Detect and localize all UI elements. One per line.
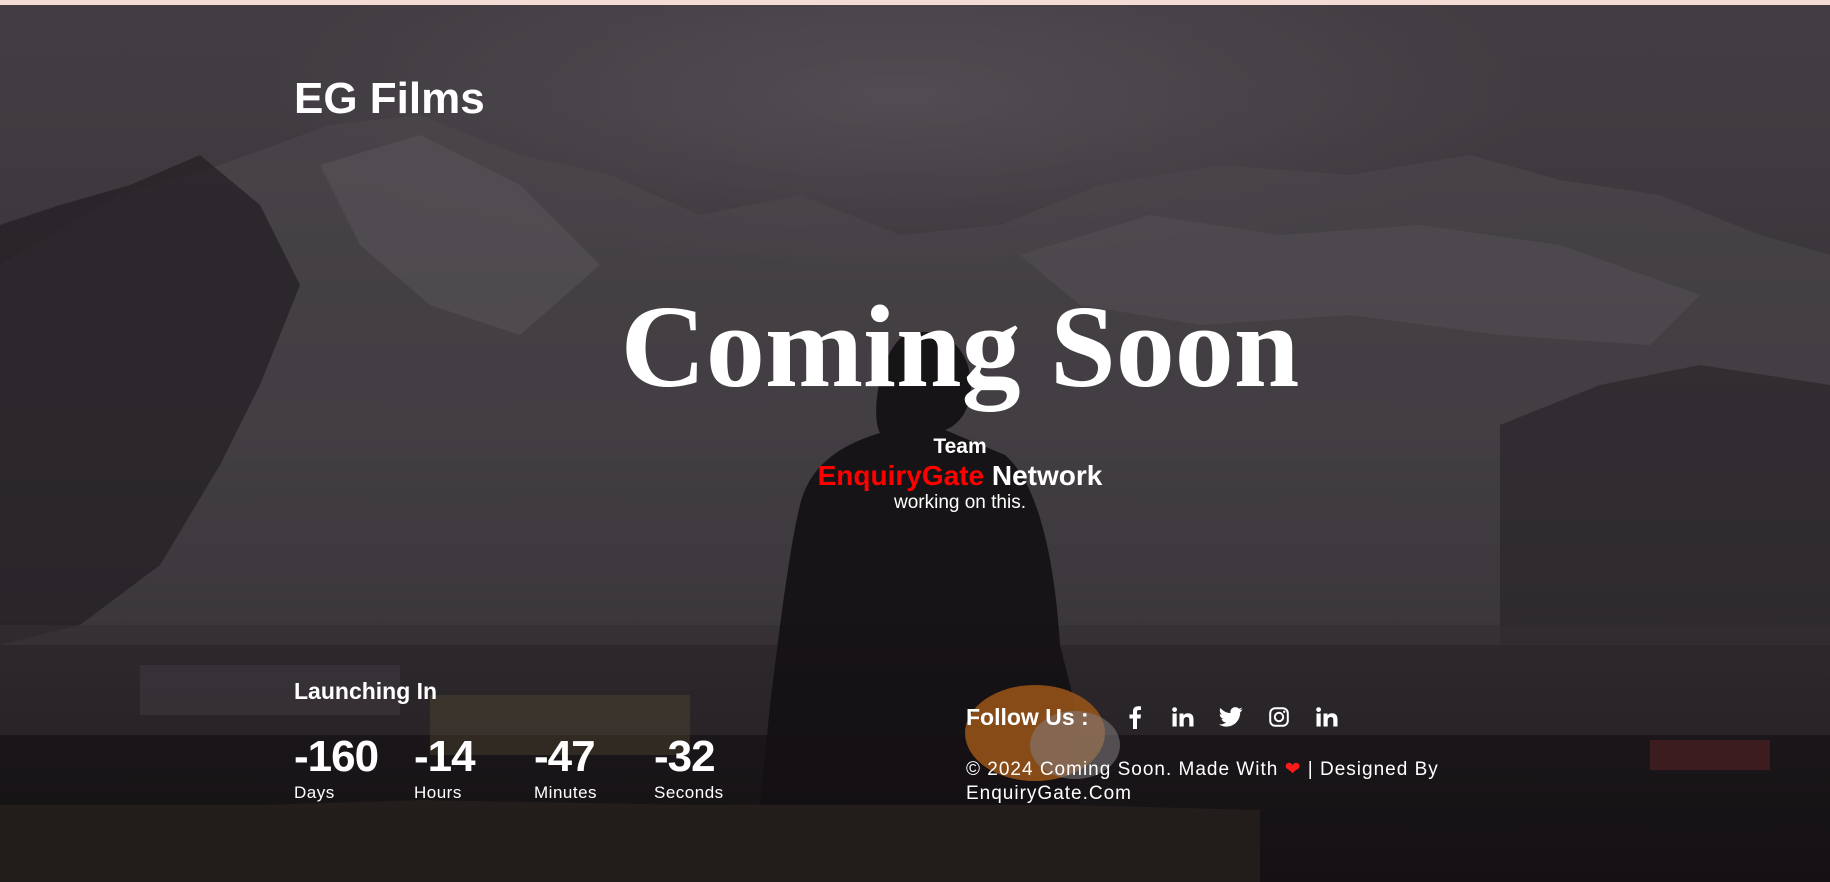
countdown-minutes: -47 Minutes <box>534 734 654 804</box>
team-credit: Team EnquiryGate Network working on this… <box>45 434 1830 514</box>
team-name: EnquiryGate Network <box>45 460 1830 492</box>
follow-us-label: Follow Us : <box>966 703 1089 730</box>
social-links: Follow Us : <box>966 702 1351 732</box>
countdown-hours: -14 Hours <box>414 734 534 804</box>
instagram-icon <box>1268 707 1289 727</box>
countdown-days: -160 Days <box>294 734 414 804</box>
countdown-value: -32 <box>654 732 716 781</box>
coming-soon-title: Coming Soon <box>620 281 1300 412</box>
countdown-value: -47 <box>534 732 596 781</box>
countdown-seconds: -32 Seconds <box>654 734 774 804</box>
twitter-icon <box>1218 707 1243 727</box>
twitter-link[interactable] <box>1207 702 1255 732</box>
coming-soon-page: EG Films Coming Soon Team EnquiryGate Ne… <box>0 0 1830 882</box>
heart-icon: ❤ <box>1284 759 1302 780</box>
team-label: Team <box>933 435 987 458</box>
countdown-unit: Seconds <box>654 783 724 802</box>
facebook-link[interactable] <box>1111 702 1159 732</box>
countdown-timer: -160 Days -14 Hours -47 Minutes -32 Seco… <box>294 734 774 804</box>
launching-in-label: Launching In <box>294 678 438 704</box>
team-brand-name: EnquiryGate <box>817 460 985 491</box>
designer-link[interactable]: EnquiryGate.Com <box>966 783 1132 804</box>
team-note: working on this. <box>893 492 1026 513</box>
linkedin-link[interactable] <box>1159 702 1207 732</box>
copyright-text: © 2024 Coming Soon. Made With ❤ | Design… <box>966 758 1486 806</box>
linkedin-icon <box>1315 707 1338 727</box>
countdown-unit: Minutes <box>534 783 598 802</box>
countdown-unit: Days <box>294 783 335 802</box>
copyright-prefix: © 2024 Coming Soon. Made With <box>966 759 1279 780</box>
team-network-label: Network <box>991 460 1103 491</box>
instagram-link[interactable] <box>1255 702 1303 732</box>
countdown-unit: Hours <box>414 783 462 802</box>
countdown-value: -160 <box>294 732 379 781</box>
copyright-suffix: | Designed By <box>1307 759 1439 780</box>
facebook-icon <box>1129 706 1141 729</box>
linkedin-icon <box>1171 707 1194 727</box>
countdown-value: -14 <box>414 732 476 781</box>
top-strip <box>0 0 1830 5</box>
site-logo[interactable]: EG Films <box>294 74 485 124</box>
linkedin-link-secondary[interactable] <box>1303 702 1351 732</box>
